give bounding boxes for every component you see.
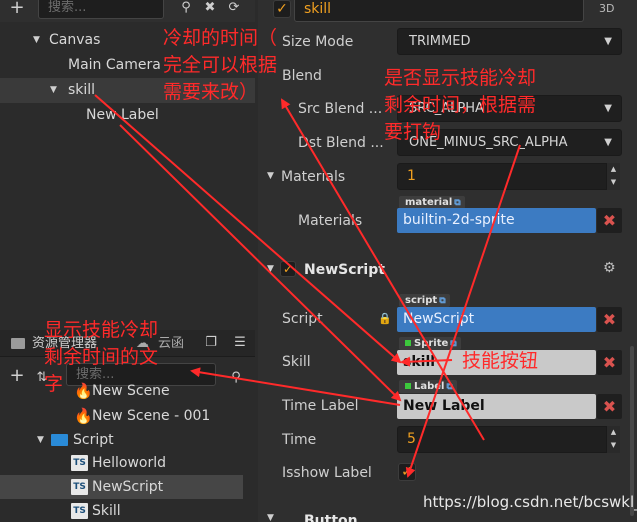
add-node-button[interactable]: + xyxy=(6,0,28,20)
tree-item-label: Canvas xyxy=(49,32,101,48)
materials-label: Materials xyxy=(281,169,346,185)
list-item[interactable]: ▼ Script xyxy=(0,428,243,452)
materials-count-input[interactable]: 1 xyxy=(397,163,620,190)
time-input[interactable]: 5 xyxy=(397,426,620,453)
clear-script-button[interactable]: ✖ xyxy=(597,307,622,332)
expand-triangle-icon[interactable]: ▼ xyxy=(33,28,40,53)
ts-icon: TS xyxy=(71,455,88,471)
folder-icon xyxy=(11,338,25,349)
tree-item-label: New Label xyxy=(86,107,159,123)
chevron-down-icon: ▼ xyxy=(604,137,612,148)
clear-material-button[interactable]: ✖ xyxy=(597,208,622,233)
tree-item-label: Main Camera xyxy=(68,57,161,73)
hierarchy-search-input[interactable]: 搜索... xyxy=(38,0,164,19)
window-icon[interactable]: ❐ xyxy=(203,335,219,351)
size-mode-label: Size Mode xyxy=(282,34,354,50)
list-item[interactable]: 🔥 New Scene - 001 xyxy=(0,404,243,428)
list-item-label: New Scene - 001 xyxy=(92,408,211,424)
link-icon[interactable]: ⧉ xyxy=(439,296,445,306)
expand-triangle-icon[interactable]: ▼ xyxy=(50,78,57,103)
list-item[interactable]: TS Skill xyxy=(0,499,243,522)
src-blend-label: Src Blend ... xyxy=(298,101,383,117)
script-label: Script xyxy=(282,311,323,327)
annotation-remaining-text: 显示技能冷却 剩余时间的文 字 xyxy=(44,319,159,395)
time-stepper[interactable]: ▲ ▼ xyxy=(606,426,620,453)
collapse-icon[interactable]: ✖ xyxy=(202,0,218,16)
annotation-show-remaining: 是否显示技能冷却 剩余时间，根据需 要打钩 xyxy=(384,67,537,143)
isshow-label: Isshow Label xyxy=(282,465,372,481)
chevron-down-icon: ▼ xyxy=(604,36,612,47)
expand-triangle-icon[interactable]: ▼ xyxy=(37,428,44,452)
tree-item-new-label[interactable]: New Label xyxy=(0,103,255,128)
time-label-label: Time Label xyxy=(282,398,359,414)
link-icon[interactable]: ⧉ xyxy=(447,382,453,392)
node-name-input[interactable]: skill xyxy=(294,0,584,22)
tag-label: Label xyxy=(414,381,445,392)
skill-label: Skill xyxy=(282,354,311,370)
isshow-label-checkbox[interactable]: ✓ xyxy=(398,463,416,481)
search-icon[interactable]: ⚲ xyxy=(178,0,194,16)
hierarchy-toolbar: + 搜索... ⚲ ✖ ⟳ xyxy=(0,0,255,22)
skill-type-tag: Sprite ⧉ xyxy=(399,337,461,350)
script-field[interactable]: NewScript xyxy=(397,307,596,332)
3d-toggle[interactable]: 3D xyxy=(599,0,614,18)
list-item[interactable]: TS NewScript xyxy=(0,475,243,499)
annotation-cooldown: 冷却的时间（ 完全可以根据 需要来改） xyxy=(163,27,278,103)
clear-skill-button[interactable]: ✖ xyxy=(597,350,622,375)
tag-label: Sprite xyxy=(414,338,449,349)
time-label-field[interactable]: New Label xyxy=(397,394,596,419)
link-icon[interactable]: ⧉ xyxy=(450,339,456,349)
list-item-label: Script xyxy=(73,432,114,448)
inspector-scrollbar[interactable] xyxy=(630,346,634,516)
tag-label: script xyxy=(405,295,438,306)
tab-label: 云函 xyxy=(158,336,185,351)
chevron-down-icon: ▼ xyxy=(604,103,612,114)
folder-icon xyxy=(51,434,68,446)
time-label: Time xyxy=(282,432,317,448)
list-item-label: Skill xyxy=(92,503,121,519)
materials-count-value: 1 xyxy=(407,168,416,184)
scene-icon: 🔥 xyxy=(74,407,93,425)
list-item-label: NewScript xyxy=(92,479,164,495)
component-enabled-checkbox[interactable]: ✓ xyxy=(280,261,296,277)
refresh-icon[interactable]: ⟳ xyxy=(226,0,242,16)
time-value: 5 xyxy=(407,431,416,447)
gear-icon[interactable]: ⚙ xyxy=(603,260,616,276)
lock-icon: 🔒 xyxy=(378,312,392,325)
clear-time-label-button[interactable]: ✖ xyxy=(597,394,622,419)
size-mode-select[interactable]: TRIMMED ▼ xyxy=(397,28,622,55)
size-mode-value: TRIMMED xyxy=(409,34,471,49)
tag-label: material xyxy=(405,197,453,208)
ts-icon: TS xyxy=(71,503,88,519)
watermark: https://blog.csdn.net/bcswkl_ xyxy=(423,493,637,511)
materials-stepper[interactable]: ▲ ▼ xyxy=(606,163,620,190)
expand-triangle-icon[interactable]: ▼ xyxy=(267,257,274,282)
annotation-skill-button: 技能按钮 xyxy=(462,350,539,372)
component-title: NewScript xyxy=(304,262,385,278)
ts-icon: TS xyxy=(71,479,88,495)
time-label-type-tag: Label ⧉ xyxy=(399,380,457,393)
material-field[interactable]: builtin-2d-sprite xyxy=(397,208,596,233)
node-active-checkbox[interactable]: ✓ xyxy=(273,0,291,18)
tree-item-label: skill xyxy=(68,82,96,98)
menu-icon[interactable]: ☰ xyxy=(232,335,248,351)
list-item-label: Helloworld xyxy=(92,455,167,471)
button-component-title: Button xyxy=(304,513,358,522)
list-item[interactable]: TS Helloworld xyxy=(0,451,243,475)
materials-item-label: Materials xyxy=(298,213,363,229)
blend-label: Blend xyxy=(282,68,322,84)
dst-blend-label: Dst Blend ... xyxy=(298,135,384,151)
link-icon[interactable]: ⧉ xyxy=(454,198,460,208)
expand-triangle-icon[interactable]: ▼ xyxy=(267,164,274,189)
script-type-tag: script ⧉ xyxy=(399,294,450,307)
expand-triangle-icon[interactable]: ▼ xyxy=(267,506,274,522)
